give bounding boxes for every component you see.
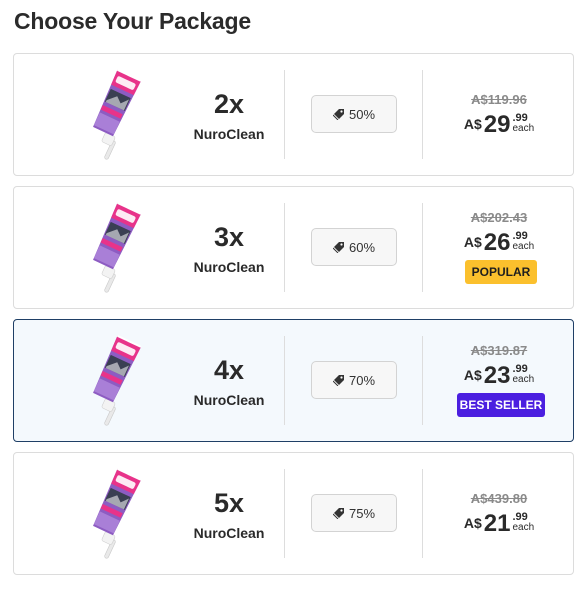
product-name: NuroClean [193, 525, 265, 541]
unit-price: A$ 29 .99 each [423, 112, 575, 138]
discount-button[interactable]: 50% [311, 95, 397, 133]
price-whole: 21 [483, 510, 511, 537]
divider [284, 469, 285, 558]
product-tube-image [82, 334, 142, 428]
discount-button[interactable]: 70% [311, 361, 397, 399]
product-name: NuroClean [193, 126, 265, 142]
discount-button[interactable]: 60% [311, 228, 397, 266]
discount-label: 60% [348, 239, 376, 255]
package-quantity: 3x [213, 222, 245, 252]
unit-price: A$ 23 .99 each [423, 363, 575, 389]
old-price: A$439.80 [470, 491, 528, 506]
old-price: A$202.43 [470, 210, 528, 225]
discount-button[interactable]: 75% [311, 494, 397, 532]
tag-icon [333, 374, 345, 386]
price-unit: each [512, 241, 535, 252]
currency-symbol: A$ [463, 116, 482, 132]
price-unit: each [512, 123, 535, 134]
product-tube-image [82, 68, 142, 162]
price-whole: 23 [483, 362, 511, 389]
unit-price: A$ 21 .99 each [423, 511, 575, 537]
discount-label: 75% [348, 505, 376, 521]
divider [284, 203, 285, 292]
price-unit: each [512, 522, 535, 533]
price-unit: each [512, 374, 535, 385]
popular-badge: POPULAR [465, 260, 537, 284]
divider [284, 336, 285, 425]
discount-label: 70% [348, 372, 376, 388]
divider [284, 70, 285, 159]
product-tube-image [82, 201, 142, 295]
package-quantity: 5x [213, 488, 245, 518]
product-name: NuroClean [193, 259, 265, 275]
package-option-3x[interactable]: 3x NuroClean 60% A$202.43 A$ 26 .99 each… [13, 186, 574, 309]
best-seller-badge: BEST SELLER [457, 393, 545, 417]
package-quantity: 4x [213, 355, 245, 385]
product-tube-image [82, 467, 142, 561]
price-whole: 26 [483, 229, 511, 256]
package-quantity: 2x [213, 89, 245, 119]
package-option-2x[interactable]: 2x NuroClean 50% A$119.96 A$ 29 .99 each [13, 53, 574, 176]
package-option-4x[interactable]: 4x NuroClean 70% A$319.87 A$ 23 .99 each… [13, 319, 574, 442]
product-name: NuroClean [193, 392, 265, 408]
price-whole: 29 [483, 111, 511, 138]
old-price: A$319.87 [470, 343, 528, 358]
package-option-5x[interactable]: 5x NuroClean 75% A$439.80 A$ 21 .99 each [13, 452, 574, 575]
tag-icon [333, 108, 345, 120]
currency-symbol: A$ [463, 367, 482, 383]
tag-icon [333, 241, 345, 253]
old-price: A$119.96 [471, 92, 527, 107]
discount-label: 50% [348, 106, 376, 122]
currency-symbol: A$ [463, 234, 482, 250]
currency-symbol: A$ [463, 515, 482, 531]
tag-icon [333, 507, 345, 519]
page-title: Choose Your Package [14, 8, 251, 34]
unit-price: A$ 26 .99 each [423, 230, 575, 256]
